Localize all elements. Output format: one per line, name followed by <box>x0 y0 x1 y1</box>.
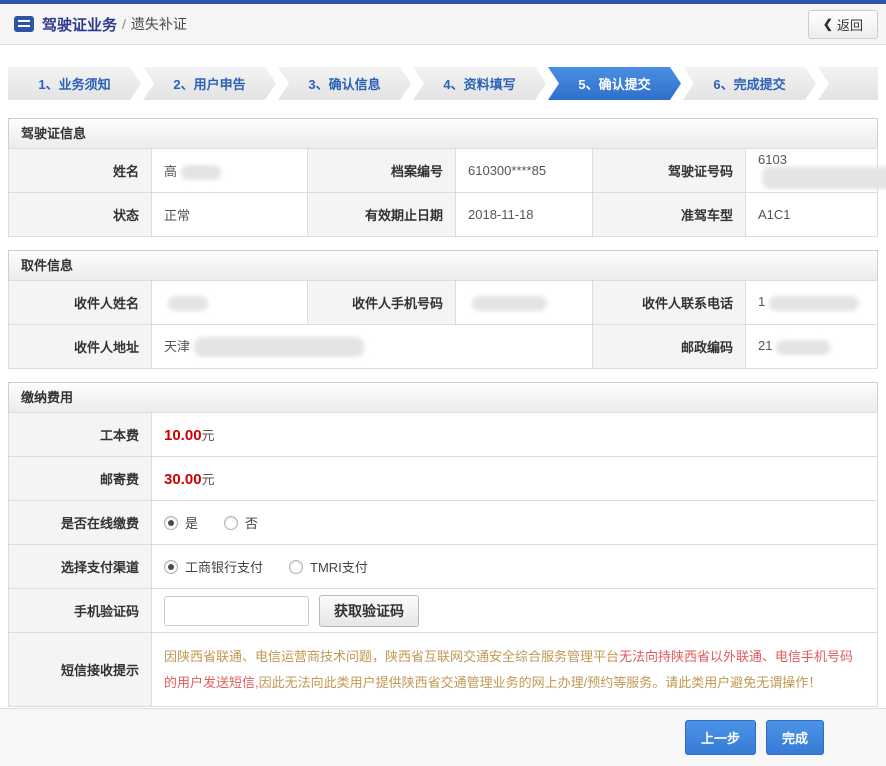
radio-unselected-icon[interactable] <box>289 560 303 574</box>
vehicle-class-label: 准驾车型 <box>593 193 746 237</box>
channel-tmri-label: TMRI支付 <box>310 557 368 576</box>
step-4-fill-data[interactable]: 4、资料填写 <box>413 67 546 100</box>
channel-icbc-label: 工商银行支付 <box>185 557 263 576</box>
chevron-left-icon: ❮ <box>823 17 833 31</box>
work-fee-value: 10.00元 <box>152 413 878 457</box>
recipient-phone-value: 1 <box>746 281 878 325</box>
pay-channel-label: 选择支付渠道 <box>9 545 152 589</box>
license-no-label: 驾驶证号码 <box>593 149 746 193</box>
redaction-blur <box>194 337 364 357</box>
recipient-mobile-label: 收件人手机号码 <box>308 281 456 325</box>
pickup-info-section-title: 取件信息 <box>8 250 878 280</box>
channel-icbc-option[interactable]: 工商银行支付 <box>164 557 263 576</box>
step-5-confirm-submit[interactable]: 5、确认提交 <box>548 67 681 100</box>
form-list-icon <box>14 16 34 32</box>
pickup-info-section: 取件信息 收件人姓名 收件人手机号码 收件人联系电话 1 收件人地址 天津 邮政… <box>8 250 878 369</box>
step-2-user-declaration[interactable]: 2、用户申告 <box>143 67 276 100</box>
recipient-address-value: 天津 <box>152 325 593 369</box>
recipient-name-label: 收件人姓名 <box>9 281 152 325</box>
back-button[interactable]: ❮ 返回 <box>808 10 878 39</box>
table-row: 选择支付渠道 工商银行支付 TMRI支付 <box>9 545 878 589</box>
sms-code-input[interactable] <box>164 596 309 626</box>
vehicle-class-value: A1C1 <box>746 193 878 237</box>
expiry-label: 有效期止日期 <box>308 193 456 237</box>
redaction-blur <box>776 340 831 355</box>
redaction-blur <box>769 296 859 311</box>
table-row: 是否在线缴费 是 否 <box>9 501 878 545</box>
payment-section: 缴纳费用 工本费 10.00元 邮寄费 30.00元 是否在线缴费 是 <box>8 382 878 707</box>
redaction-blur <box>181 165 221 180</box>
sms-code-label: 手机验证码 <box>9 589 152 633</box>
step-progress-bar: 1、业务须知 2、用户申告 3、确认信息 4、资料填写 5、确认提交 6、完成提… <box>8 67 878 100</box>
channel-tmri-option[interactable]: TMRI支付 <box>289 557 368 576</box>
postal-code-label: 邮政编码 <box>593 325 746 369</box>
app-header: 驾驶证业务 / 遗失补证 ❮ 返回 <box>0 4 886 45</box>
radio-selected-icon[interactable] <box>164 560 178 574</box>
postage-label: 邮寄费 <box>9 457 152 501</box>
online-pay-no-option[interactable]: 否 <box>224 513 258 532</box>
license-info-table: 姓名 高 档案编号 610300****85 驾驶证号码 6103 状态 正常 … <box>8 148 878 237</box>
breadcrumb-separator: / <box>122 16 126 32</box>
sms-notice-label: 短信接收提示 <box>9 633 152 707</box>
license-info-section-title: 驾驶证信息 <box>8 118 878 148</box>
table-row: 收件人姓名 收件人手机号码 收件人联系电话 1 <box>9 281 878 325</box>
footer-action-bar: 上一步 完成 <box>0 708 886 766</box>
online-pay-options: 是 否 <box>152 501 878 545</box>
recipient-name-value <box>152 281 308 325</box>
sms-notice-text: 因陕西省联通、电信运营商技术问题，陕西省互联网交通安全综合服务管理平台无法向持陕… <box>152 633 878 707</box>
previous-step-button[interactable]: 上一步 <box>685 720 756 755</box>
get-sms-code-button[interactable]: 获取验证码 <box>319 595 419 627</box>
table-row: 状态 正常 有效期止日期 2018-11-18 准驾车型 A1C1 <box>9 193 878 237</box>
name-value: 高 <box>152 149 308 193</box>
payment-table: 工本费 10.00元 邮寄费 30.00元 是否在线缴费 是 <box>8 412 878 707</box>
redaction-blur <box>168 296 208 311</box>
license-no-value: 6103 <box>746 149 878 193</box>
recipient-address-label: 收件人地址 <box>9 325 152 369</box>
sms-code-row: 获取验证码 <box>152 589 878 633</box>
radio-unselected-icon[interactable] <box>224 516 238 530</box>
pay-channel-options: 工商银行支付 TMRI支付 <box>152 545 878 589</box>
postage-amount: 30.00 <box>164 471 202 488</box>
file-no-label: 档案编号 <box>308 149 456 193</box>
work-fee-label: 工本费 <box>9 413 152 457</box>
sms-notice-part1: 因陕西省联通、电信运营商技术问题，陕西省互联网交通安全综合服务管理平台 <box>164 649 619 664</box>
status-label: 状态 <box>9 193 152 237</box>
radio-selected-icon[interactable] <box>164 516 178 530</box>
table-row: 手机验证码 获取验证码 <box>9 589 878 633</box>
sms-notice-part3: 因此无法向此类用户提供陕西省交通管理业务的网上办理/预约等服务。请此类用户避免无… <box>259 675 822 690</box>
table-row: 工本费 10.00元 <box>9 413 878 457</box>
table-row: 短信接收提示 因陕西省联通、电信运营商技术问题，陕西省互联网交通安全综合服务管理… <box>9 633 878 707</box>
step-bar-filler <box>818 67 878 100</box>
redaction-blur <box>472 296 547 311</box>
status-value: 正常 <box>152 193 308 237</box>
online-pay-label: 是否在线缴费 <box>9 501 152 545</box>
redaction-blur <box>762 167 886 189</box>
online-pay-no-label: 否 <box>245 513 258 532</box>
step-1-business-notice[interactable]: 1、业务须知 <box>8 67 141 100</box>
finish-button[interactable]: 完成 <box>766 720 824 755</box>
recipient-phone-label: 收件人联系电话 <box>593 281 746 325</box>
expiry-value: 2018-11-18 <box>456 193 593 237</box>
recipient-mobile-value <box>456 281 593 325</box>
back-button-label: 返回 <box>837 15 863 34</box>
work-fee-unit: 元 <box>202 428 215 443</box>
page-title: 驾驶证业务 <box>42 14 117 35</box>
file-no-value: 610300****85 <box>456 149 593 193</box>
postage-unit: 元 <box>202 472 215 487</box>
step-6-finish-submit[interactable]: 6、完成提交 <box>683 67 816 100</box>
postal-code-value: 21 <box>746 325 878 369</box>
payment-section-title: 缴纳费用 <box>8 382 878 412</box>
work-fee-amount: 10.00 <box>164 427 202 444</box>
name-label: 姓名 <box>9 149 152 193</box>
online-pay-yes-option[interactable]: 是 <box>164 513 198 532</box>
license-info-section: 驾驶证信息 姓名 高 档案编号 610300****85 驾驶证号码 6103 … <box>8 118 878 237</box>
step-3-confirm-info[interactable]: 3、确认信息 <box>278 67 411 100</box>
table-row: 邮寄费 30.00元 <box>9 457 878 501</box>
page-subtitle: 遗失补证 <box>131 14 187 34</box>
postage-value: 30.00元 <box>152 457 878 501</box>
table-row: 收件人地址 天津 邮政编码 21 <box>9 325 878 369</box>
pickup-info-table: 收件人姓名 收件人手机号码 收件人联系电话 1 收件人地址 天津 邮政编码 21 <box>8 280 878 369</box>
online-pay-yes-label: 是 <box>185 513 198 532</box>
table-row: 姓名 高 档案编号 610300****85 驾驶证号码 6103 <box>9 149 878 193</box>
